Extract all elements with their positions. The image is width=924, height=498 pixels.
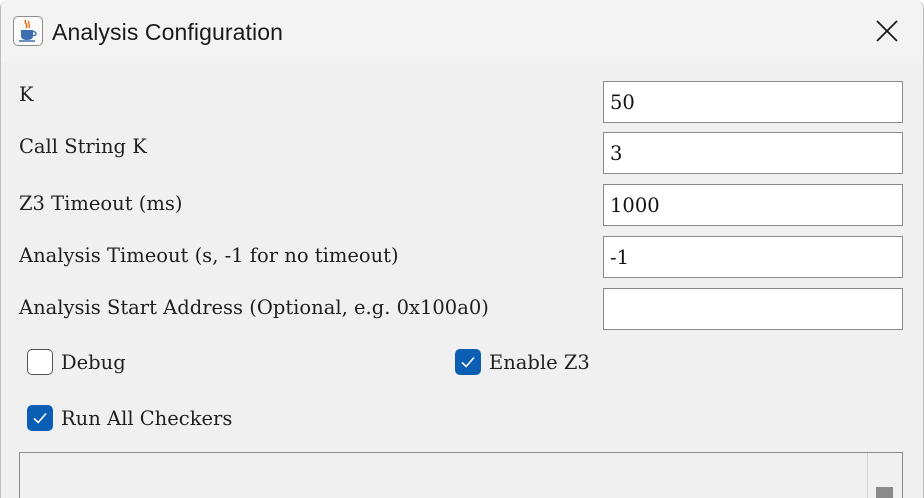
call-string-k-label: Call String K bbox=[19, 135, 147, 158]
output-text-area[interactable] bbox=[19, 452, 903, 498]
z3-timeout-field[interactable] bbox=[603, 184, 903, 226]
window-title: Analysis Configuration bbox=[52, 19, 284, 45]
analysis-timeout-label: Analysis Timeout (s, -1 for no timeout) bbox=[19, 244, 399, 267]
k-field[interactable] bbox=[603, 81, 903, 123]
z3-timeout-label: Z3 Timeout (ms) bbox=[19, 192, 183, 215]
java-cup-icon bbox=[13, 16, 43, 46]
run-all-checkers-label: Run All Checkers bbox=[61, 406, 233, 430]
enable-z3-checkbox[interactable]: Enable Z3 bbox=[455, 349, 590, 375]
enable-z3-label: Enable Z3 bbox=[489, 350, 590, 374]
vertical-scrollbar[interactable] bbox=[867, 453, 902, 498]
title-bar[interactable]: Analysis Configuration bbox=[1, 0, 923, 62]
close-button[interactable] bbox=[851, 0, 923, 62]
close-icon bbox=[876, 20, 898, 42]
scrollbar-thumb[interactable] bbox=[876, 487, 893, 498]
analysis-configuration-dialog: Analysis Configuration K Call String K Z… bbox=[0, 0, 924, 498]
analysis-timeout-field[interactable] bbox=[603, 236, 903, 278]
analysis-start-address-label: Analysis Start Address (Optional, e.g. 0… bbox=[19, 296, 489, 319]
checkbox-unchecked-icon bbox=[27, 349, 53, 375]
checkmark-icon bbox=[27, 405, 53, 431]
checkmark-icon bbox=[455, 349, 481, 375]
k-label: K bbox=[19, 83, 34, 106]
debug-checkbox[interactable]: Debug bbox=[27, 349, 126, 375]
debug-label: Debug bbox=[61, 350, 126, 374]
dialog-content: K Call String K Z3 Timeout (ms) Analysis… bbox=[1, 62, 923, 498]
run-all-checkers-checkbox[interactable]: Run All Checkers bbox=[27, 405, 232, 431]
analysis-start-address-field[interactable] bbox=[603, 288, 903, 330]
call-string-k-field[interactable] bbox=[603, 132, 903, 174]
